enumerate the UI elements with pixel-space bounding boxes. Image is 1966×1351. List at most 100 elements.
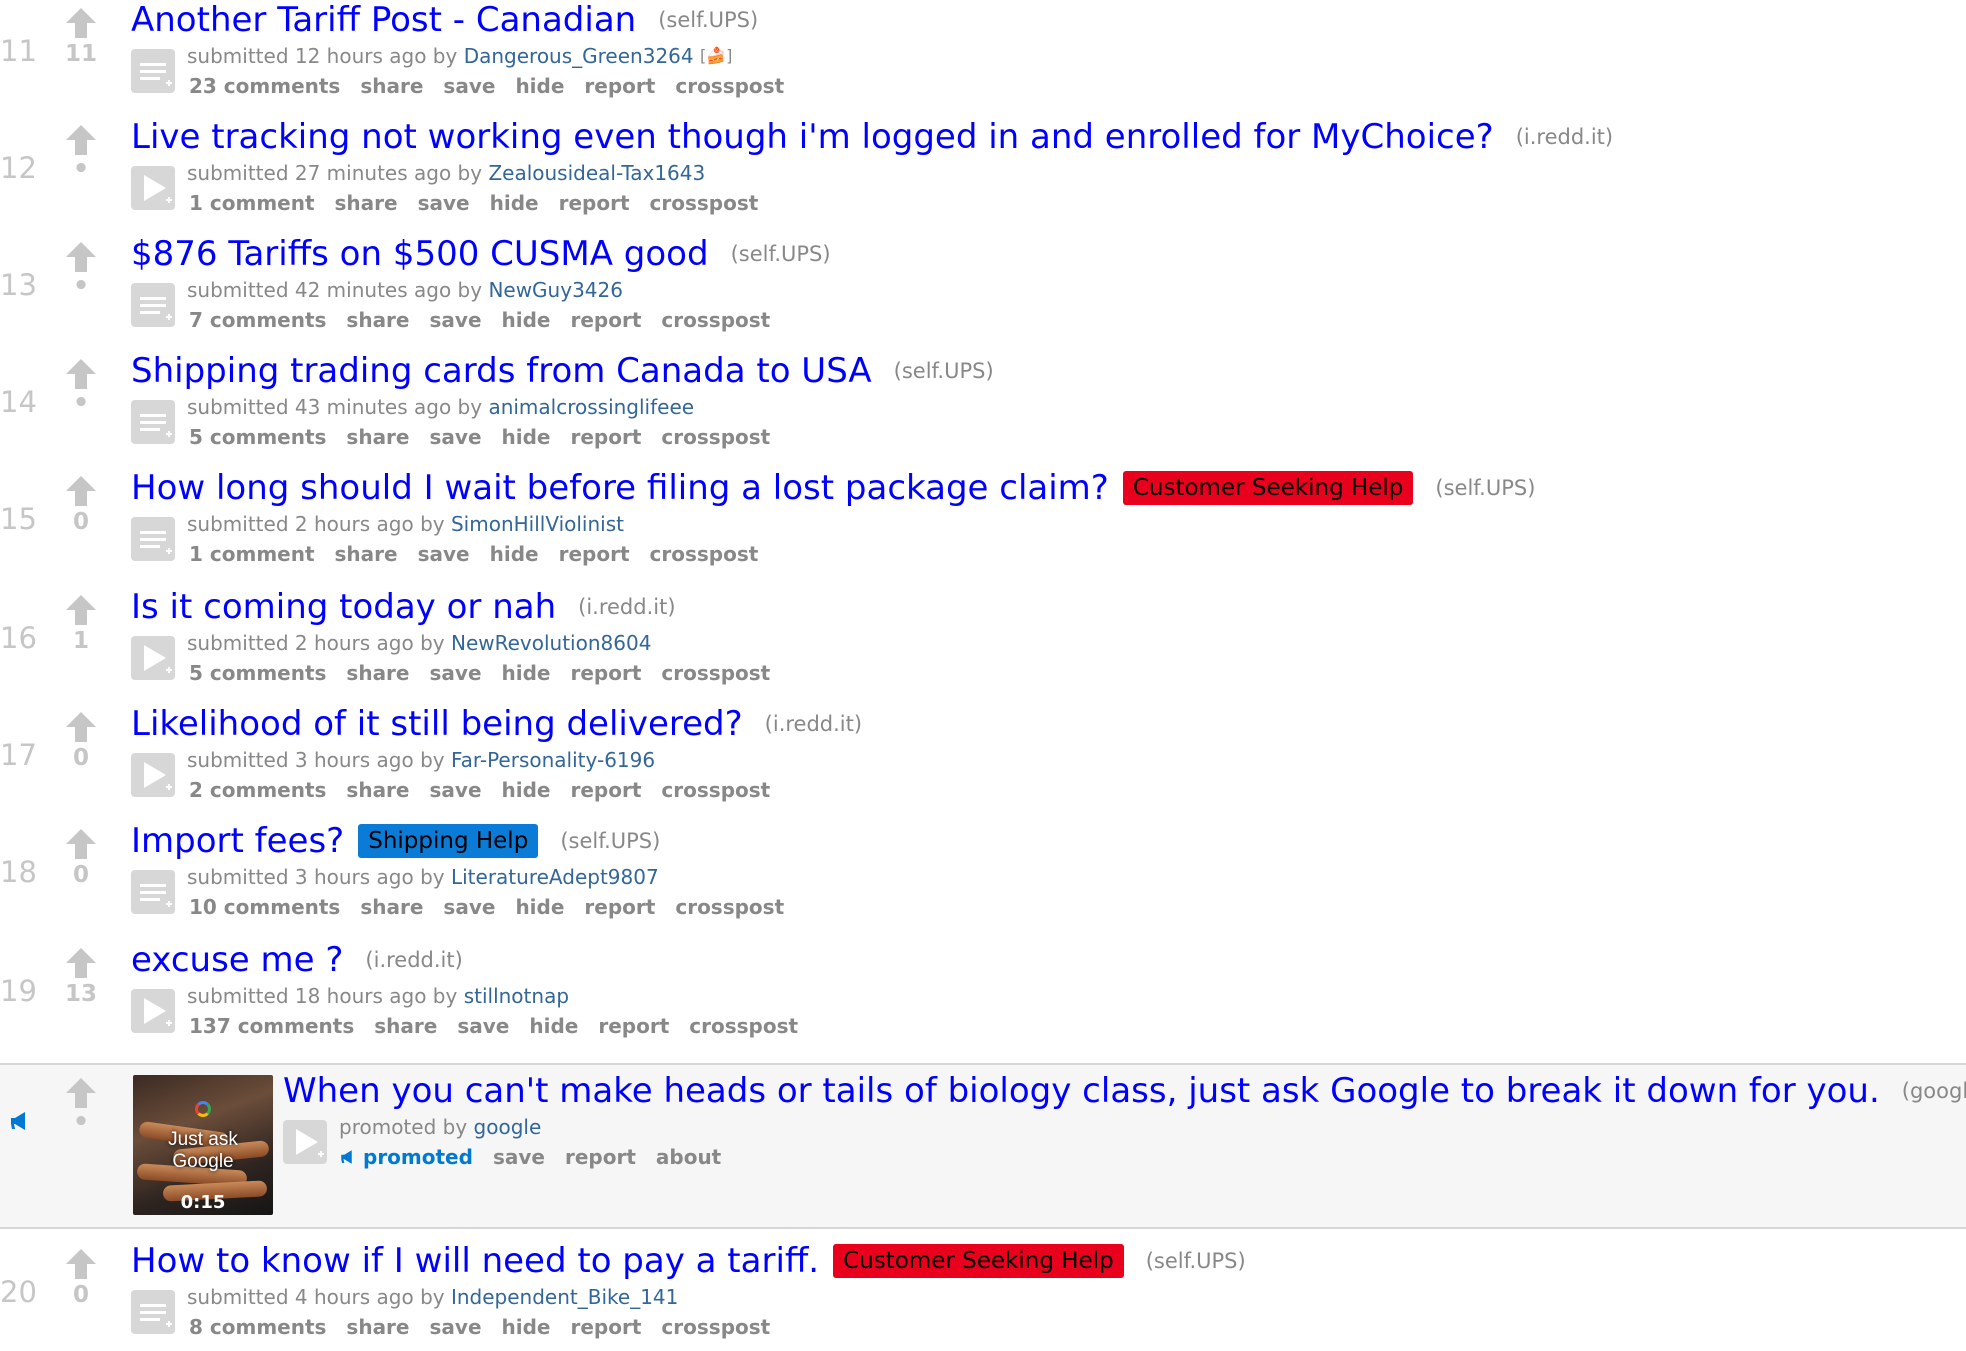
post-domain[interactable]: (google.com): [1902, 1079, 1966, 1103]
hide-button[interactable]: hide: [490, 542, 539, 566]
share-button[interactable]: share: [346, 661, 409, 685]
save-button[interactable]: save: [443, 895, 495, 919]
hide-button[interactable]: hide: [502, 1315, 551, 1339]
report-button[interactable]: report: [584, 895, 655, 919]
share-button[interactable]: share: [346, 778, 409, 802]
comments-link[interactable]: 10 comments: [189, 895, 340, 919]
report-button[interactable]: report: [571, 425, 642, 449]
save-button[interactable]: save: [430, 1315, 482, 1339]
comments-link[interactable]: 8 comments: [189, 1315, 326, 1339]
crosspost-button[interactable]: crosspost: [675, 895, 784, 919]
self-post-thumbnail-icon[interactable]: [130, 1289, 176, 1335]
about-button[interactable]: about: [656, 1145, 721, 1169]
save-button[interactable]: save: [430, 778, 482, 802]
save-button[interactable]: save: [457, 1014, 509, 1038]
post-title-link[interactable]: Shipping trading cards from Canada to US…: [131, 351, 872, 391]
post-flair-badge[interactable]: Customer Seeking Help: [833, 1244, 1124, 1278]
share-button[interactable]: share: [335, 542, 398, 566]
promoted-label[interactable]: promoted: [339, 1145, 473, 1169]
crosspost-button[interactable]: crosspost: [689, 1014, 798, 1038]
upvote-arrow-icon[interactable]: [65, 240, 97, 274]
self-post-thumbnail-icon[interactable]: [130, 282, 176, 328]
post-domain[interactable]: (self.UPS): [894, 359, 994, 383]
post-domain[interactable]: (i.redd.it): [1516, 125, 1613, 149]
advertiser-link[interactable]: google: [474, 1115, 542, 1139]
save-button[interactable]: save: [430, 425, 482, 449]
report-button[interactable]: report: [598, 1014, 669, 1038]
media-thumbnail-icon[interactable]: [282, 1119, 328, 1165]
hide-button[interactable]: hide: [502, 308, 551, 332]
post-domain[interactable]: (i.redd.it): [578, 595, 675, 619]
author-link[interactable]: Far-Personality-6196: [451, 748, 655, 772]
report-button[interactable]: report: [559, 191, 630, 215]
post-title-link[interactable]: Likelihood of it still being delivered?: [131, 704, 743, 744]
post-title-link[interactable]: How long should I wait before filing a l…: [131, 468, 1109, 508]
author-link[interactable]: Zealousideal-Tax1643: [488, 161, 705, 185]
report-button[interactable]: report: [584, 74, 655, 98]
save-button[interactable]: save: [430, 308, 482, 332]
upvote-arrow-icon[interactable]: [65, 474, 97, 508]
hide-button[interactable]: hide: [490, 191, 539, 215]
share-button[interactable]: share: [346, 1315, 409, 1339]
report-button[interactable]: report: [571, 778, 642, 802]
post-domain[interactable]: (self.UPS): [731, 242, 831, 266]
comments-link[interactable]: 23 comments: [189, 74, 340, 98]
post-domain[interactable]: (i.redd.it): [365, 948, 462, 972]
upvote-arrow-icon[interactable]: [65, 1247, 97, 1281]
video-thumbnail[interactable]: Just ask Google 0:15: [133, 1075, 273, 1215]
post-domain[interactable]: (self.UPS): [1146, 1249, 1246, 1273]
hide-button[interactable]: hide: [502, 661, 551, 685]
author-link[interactable]: Dangerous_Green3264: [464, 44, 694, 68]
self-post-thumbnail-icon[interactable]: [130, 399, 176, 445]
comments-link[interactable]: 2 comments: [189, 778, 326, 802]
self-post-thumbnail-icon[interactable]: [130, 516, 176, 562]
crosspost-button[interactable]: crosspost: [661, 1315, 770, 1339]
save-button[interactable]: save: [418, 191, 470, 215]
upvote-arrow-icon[interactable]: [65, 710, 97, 744]
media-thumbnail-icon[interactable]: [130, 635, 176, 681]
crosspost-button[interactable]: crosspost: [661, 308, 770, 332]
crosspost-button[interactable]: crosspost: [661, 425, 770, 449]
hide-button[interactable]: hide: [515, 74, 564, 98]
upvote-arrow-icon[interactable]: [65, 357, 97, 391]
author-link[interactable]: NewRevolution8604: [451, 631, 651, 655]
report-button[interactable]: report: [571, 661, 642, 685]
post-title-link[interactable]: Live tracking not working even though i'…: [131, 117, 1494, 157]
share-button[interactable]: share: [360, 74, 423, 98]
post-title-link[interactable]: $876 Tariffs on $500 CUSMA good: [131, 234, 709, 274]
author-link[interactable]: NewGuy3426: [488, 278, 623, 302]
share-button[interactable]: share: [335, 191, 398, 215]
post-title-link[interactable]: How to know if I will need to pay a tari…: [131, 1241, 819, 1281]
comments-link[interactable]: 7 comments: [189, 308, 326, 332]
crosspost-button[interactable]: crosspost: [661, 778, 770, 802]
report-button[interactable]: report: [571, 308, 642, 332]
share-button[interactable]: share: [360, 895, 423, 919]
post-domain[interactable]: (self.UPS): [658, 8, 758, 32]
author-link[interactable]: stillnotnap: [464, 984, 569, 1008]
upvote-arrow-icon[interactable]: [65, 946, 97, 980]
post-domain[interactable]: (i.redd.it): [765, 712, 862, 736]
upvote-arrow-icon[interactable]: [65, 593, 97, 627]
post-domain[interactable]: (self.UPS): [560, 829, 660, 853]
save-button[interactable]: save: [443, 74, 495, 98]
upvote-arrow-icon[interactable]: [65, 6, 97, 40]
report-button[interactable]: report: [571, 1315, 642, 1339]
comments-link[interactable]: 1 comment: [189, 191, 315, 215]
save-button[interactable]: save: [430, 661, 482, 685]
crosspost-button[interactable]: crosspost: [650, 191, 759, 215]
share-button[interactable]: share: [374, 1014, 437, 1038]
crosspost-button[interactable]: crosspost: [675, 74, 784, 98]
comments-link[interactable]: 5 comments: [189, 425, 326, 449]
crosspost-button[interactable]: crosspost: [661, 661, 770, 685]
author-link[interactable]: animalcrossinglifeee: [488, 395, 694, 419]
post-title-link[interactable]: Is it coming today or nah: [131, 587, 556, 627]
upvote-arrow-icon[interactable]: [65, 827, 97, 861]
post-flair-badge[interactable]: Shipping Help: [358, 824, 539, 858]
upvote-arrow-icon[interactable]: [65, 123, 97, 157]
post-flair-badge[interactable]: Customer Seeking Help: [1122, 471, 1414, 505]
crosspost-button[interactable]: crosspost: [650, 542, 759, 566]
author-link[interactable]: Independent_Bike_141: [451, 1285, 678, 1309]
share-button[interactable]: share: [346, 425, 409, 449]
media-thumbnail-icon[interactable]: [130, 165, 176, 211]
author-link[interactable]: SimonHillViolinist: [451, 512, 624, 536]
